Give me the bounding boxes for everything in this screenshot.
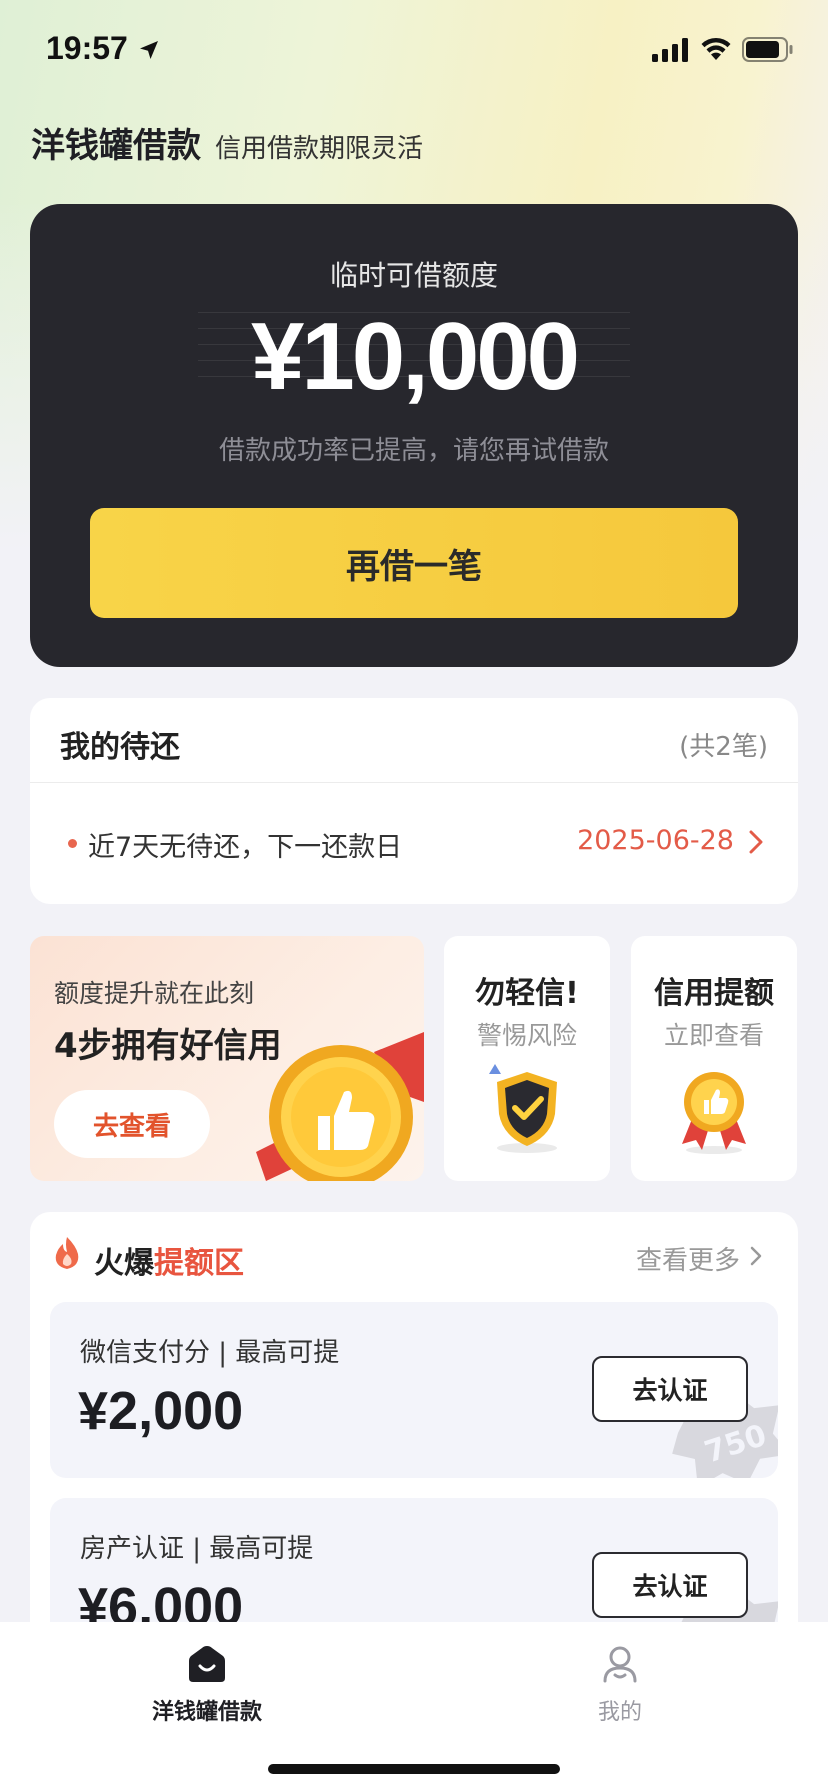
chevron-right-icon xyxy=(750,1246,762,1266)
borrow-again-button[interactable]: 再借一笔 xyxy=(90,508,738,618)
tab-label: 洋钱罐借款 xyxy=(151,1700,262,1725)
promo-subtitle: 额度提升就在此刻 xyxy=(54,979,255,1008)
hot-boost-section: 火爆提额区 查看更多 微信支付分 | 最高可提 ¥2,000 750 去认证 房… xyxy=(30,1212,798,1674)
thumbs-up-coin-icon xyxy=(256,1032,424,1181)
offer-label: 微信支付分 | 最高可提 xyxy=(80,1338,340,1368)
hot-zone-title-part2: 提额区 xyxy=(154,1246,244,1281)
credit-limit-amount: ¥10,000 xyxy=(250,303,580,410)
bullet-dot xyxy=(68,839,77,848)
credit-boost-card[interactable]: 信用提额 立即查看 xyxy=(631,936,797,1181)
credit-limit-note: 借款成功率已提高，请您再试借款 xyxy=(218,436,609,466)
status-time: 19:57 xyxy=(46,30,128,66)
hot-zone-title: 火爆提额区 xyxy=(94,1238,244,1282)
chevron-right-icon xyxy=(749,830,763,854)
status-bar: 19:57 xyxy=(0,0,828,100)
credit-limit-card: 临时可借额度 ¥10,000 借款成功率已提高，请您再试借款 再借一笔 xyxy=(30,204,798,667)
promo-title: 4步拥有好信用 xyxy=(54,1026,282,1066)
verify-button[interactable]: 去认证 xyxy=(592,1552,748,1618)
tab-me[interactable]: 我的 xyxy=(520,1644,720,1734)
repayment-count: (共2笔) xyxy=(679,732,768,762)
battery-icon xyxy=(742,37,793,62)
risk-warning-title: 勿轻信! xyxy=(475,976,579,1011)
next-repayment-date: 2025-06-28 xyxy=(577,825,734,856)
credit-boost-title: 信用提额 xyxy=(654,976,774,1011)
verify-button[interactable]: 去认证 xyxy=(592,1356,748,1422)
location-arrow-icon xyxy=(140,41,158,59)
tab-loan-home[interactable]: 洋钱罐借款 xyxy=(107,1644,307,1734)
check-it-button[interactable]: 去查看 xyxy=(54,1090,210,1158)
signal-icon xyxy=(652,38,688,62)
tab-label: 我的 xyxy=(597,1700,642,1725)
app-header: 洋钱罐借款 信用借款期限灵活 xyxy=(31,118,423,168)
fire-icon xyxy=(55,1237,79,1269)
credit-boost-subtitle: 立即查看 xyxy=(663,1021,764,1050)
user-icon xyxy=(603,1646,637,1683)
credit-improve-banner[interactable]: 额度提升就在此刻 4步拥有好信用 去查看 xyxy=(30,936,424,1181)
credit-limit-label: 临时可借额度 xyxy=(329,259,498,292)
repayment-card: 我的待还 (共2笔) 近7天无待还，下一还款日 2025-06-28 xyxy=(30,698,798,904)
offer-label: 房产认证 | 最高可提 xyxy=(80,1534,314,1564)
risk-warning-subtitle: 警惕风险 xyxy=(476,1021,577,1050)
app-subtitle: 信用借款期限灵活 xyxy=(215,134,424,164)
wifi-icon xyxy=(701,37,731,60)
offer-card-wechat[interactable]: 微信支付分 | 最高可提 ¥2,000 750 去认证 xyxy=(50,1302,778,1478)
app-title: 洋钱罐借款 xyxy=(31,126,201,166)
home-indicator xyxy=(268,1764,560,1774)
hot-zone-title-part1: 火爆 xyxy=(94,1246,154,1281)
offer-amount: ¥2,000 xyxy=(78,1381,244,1441)
next-repayment-text: 近7天无待还，下一还款日 xyxy=(88,832,403,863)
risk-warning-card[interactable]: 勿轻信! 警惕风险 xyxy=(444,936,610,1181)
medal-icon xyxy=(682,1072,746,1154)
shield-check-icon xyxy=(489,1064,557,1153)
home-icon xyxy=(189,1646,225,1682)
next-repayment-row[interactable]: 近7天无待还，下一还款日 2025-06-28 xyxy=(30,783,798,904)
repayment-title: 我的待还 xyxy=(60,730,180,765)
view-more-link[interactable]: 查看更多 xyxy=(636,1240,740,1277)
